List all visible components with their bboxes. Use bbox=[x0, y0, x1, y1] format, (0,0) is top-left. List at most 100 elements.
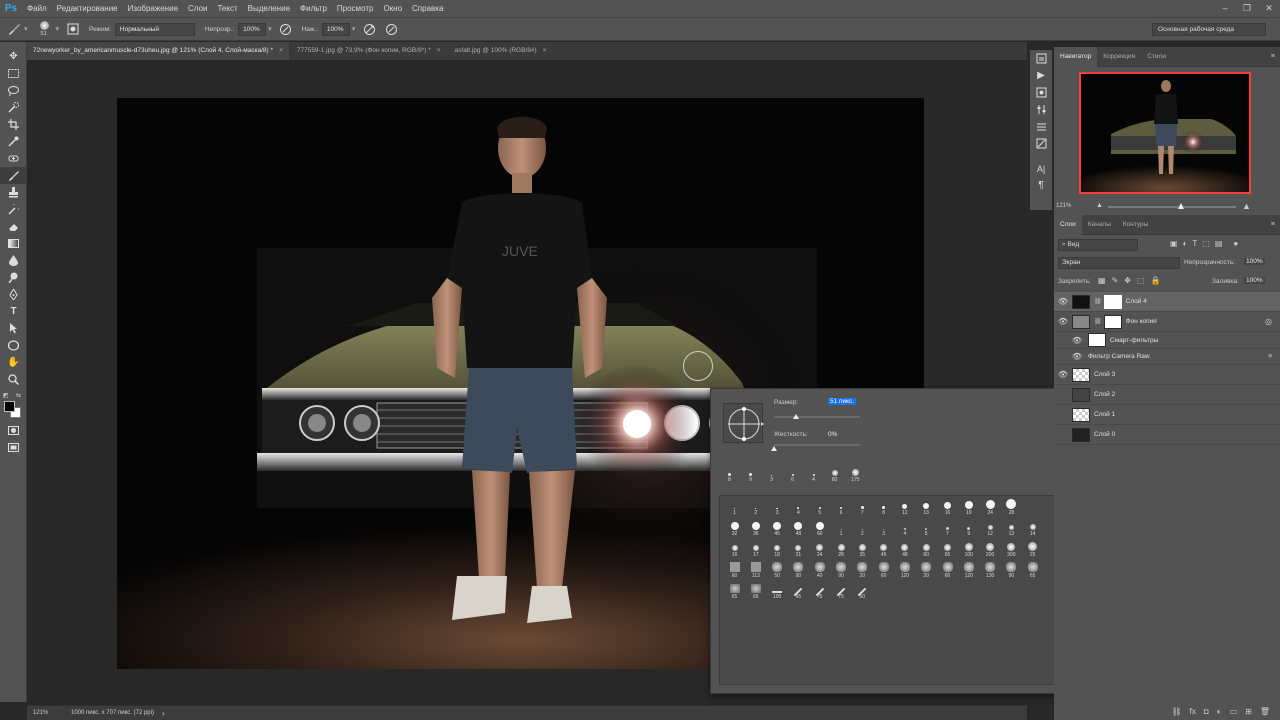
brush-preset[interactable]: 16 bbox=[724, 540, 745, 558]
layer-filter-select[interactable]: ⌕ Вид bbox=[1058, 239, 1138, 251]
adjustment-filter-icon[interactable]: ◐ bbox=[1183, 239, 1188, 248]
brush-preset[interactable]: 13 bbox=[1001, 519, 1022, 537]
brush-preset[interactable]: 5 bbox=[916, 519, 937, 537]
airbrush-icon[interactable] bbox=[361, 21, 377, 37]
hand-tool-icon[interactable]: ✋ bbox=[0, 354, 27, 371]
character-panel-icon[interactable]: A| bbox=[1030, 160, 1052, 177]
brush-preset[interactable]: 90 bbox=[788, 561, 809, 579]
smart-object-filter-icon[interactable]: ▤ bbox=[1215, 239, 1223, 248]
properties-panel-icon[interactable] bbox=[1030, 118, 1052, 135]
new-group-icon[interactable]: ▭ bbox=[1230, 707, 1238, 716]
type-filter-icon[interactable]: T bbox=[1192, 239, 1197, 248]
pressure-opacity-icon[interactable] bbox=[278, 21, 294, 37]
menu-item[interactable]: Фильтр bbox=[295, 0, 332, 17]
zoom-tool-icon[interactable] bbox=[0, 371, 27, 388]
brush-preset[interactable]: 9 bbox=[958, 519, 979, 537]
shape-tool-icon[interactable] bbox=[0, 337, 27, 354]
menu-item[interactable]: Окно bbox=[378, 0, 407, 17]
marquee-tool-icon[interactable] bbox=[0, 65, 27, 82]
brush-preset[interactable]: 65 bbox=[745, 582, 766, 600]
lasso-tool-icon[interactable] bbox=[0, 82, 27, 99]
tab-paths[interactable]: Контуры bbox=[1117, 215, 1155, 235]
filter-mask-thumbnail[interactable] bbox=[1088, 333, 1106, 347]
size-slider-track[interactable] bbox=[774, 416, 860, 418]
lock-artboard-icon[interactable]: ⬚ bbox=[1137, 276, 1145, 285]
brush-preset[interactable]: 12 bbox=[894, 498, 915, 516]
lock-pixels-icon[interactable]: ✎ bbox=[1112, 276, 1119, 285]
chevron-down-icon[interactable]: ▾ bbox=[352, 25, 356, 33]
camera-raw-filter-row[interactable]: 👁 Фильтр Camera Raw ≡ bbox=[1054, 349, 1280, 365]
menu-item[interactable]: Редактирование bbox=[52, 0, 123, 17]
brush-preset[interactable]: 25 bbox=[1022, 540, 1043, 558]
eraser-tool-icon[interactable] bbox=[0, 218, 27, 235]
close-button[interactable]: ✕ bbox=[1258, 0, 1280, 17]
lock-all-icon[interactable]: 🔒 bbox=[1151, 276, 1161, 285]
workspace-select[interactable]: Основная рабочая среда bbox=[1152, 23, 1266, 36]
brush-settings-panel-icon[interactable] bbox=[1030, 135, 1052, 152]
brush-preset[interactable]: 50 bbox=[767, 561, 788, 579]
brush-panel-toggle-icon[interactable] bbox=[65, 21, 81, 37]
navigator-zoom-slider[interactable] bbox=[1108, 206, 1236, 208]
eyedropper-icon[interactable] bbox=[0, 133, 27, 150]
brush-preset[interactable]: 36 bbox=[745, 519, 766, 537]
brush-preset[interactable]: 32 bbox=[724, 519, 745, 537]
menu-item[interactable]: Слои bbox=[183, 0, 212, 17]
layer-row[interactable]: 👁 ⛓ Слой 4 bbox=[1054, 292, 1280, 312]
brush-preset[interactable]: 16 bbox=[937, 498, 958, 516]
brush-preset[interactable]: 4 bbox=[788, 498, 809, 516]
brush-preset[interactable]: 48 bbox=[894, 540, 915, 558]
menu-item[interactable]: Изображение bbox=[123, 0, 183, 17]
brush-preset[interactable]: 48 bbox=[788, 519, 809, 537]
pixel-filter-icon[interactable]: ▣ bbox=[1170, 239, 1178, 248]
chevron-down-icon[interactable]: ▾ bbox=[24, 25, 28, 33]
gradient-tool-icon[interactable] bbox=[0, 235, 27, 252]
trash-icon[interactable]: 🗑 bbox=[1260, 707, 1270, 716]
brush-preset[interactable]: 130 bbox=[980, 561, 1001, 579]
navigator-zoom-handle[interactable] bbox=[1178, 203, 1184, 209]
recent-brush-preset[interactable]: 175 bbox=[845, 465, 866, 483]
brush-preset[interactable]: 40 bbox=[809, 561, 830, 579]
document-tab[interactable]: 72newyorker_by_americanmuscle-d73uheu.jp… bbox=[27, 42, 289, 60]
brush-preset[interactable]: 21 bbox=[788, 540, 809, 558]
layer-row[interactable]: Слой 2 bbox=[1054, 385, 1280, 405]
blur-tool-icon[interactable] bbox=[0, 252, 27, 269]
new-adjustment-icon[interactable]: ◐ bbox=[1217, 707, 1222, 716]
brush-preset[interactable]: 120 bbox=[958, 561, 979, 579]
paragraph-panel-icon[interactable]: ¶ bbox=[1030, 177, 1052, 194]
link-layers-icon[interactable]: ⛓ bbox=[1172, 707, 1182, 716]
recent-brush-preset[interactable]: 9 bbox=[740, 465, 761, 483]
fill-input[interactable]: 100% bbox=[1244, 277, 1265, 284]
brush-preset[interactable]: 75 bbox=[809, 582, 830, 600]
chain-link-icon[interactable]: ⛓ bbox=[1094, 318, 1102, 325]
blend-mode-select[interactable]: Нормальный bbox=[114, 22, 195, 36]
brush-preset[interactable]: 8 bbox=[873, 498, 894, 516]
size-input[interactable]: 51 пикс. bbox=[828, 398, 857, 405]
brush-preset[interactable]: 100 bbox=[767, 582, 788, 600]
brush-preset[interactable]: 4 bbox=[894, 519, 915, 537]
swap-colors-icon[interactable]: ⇆ bbox=[16, 392, 21, 399]
brush-preset[interactable]: 14 bbox=[1022, 519, 1043, 537]
close-tab-icon[interactable]: × bbox=[437, 47, 441, 54]
brush-preset[interactable]: 3 bbox=[873, 519, 894, 537]
brush-preset[interactable]: 18 bbox=[767, 540, 788, 558]
recent-brush-preset[interactable]: 6 bbox=[782, 465, 803, 483]
move-tool-icon[interactable]: ✥ bbox=[0, 48, 27, 65]
menu-item[interactable]: Просмотр bbox=[332, 0, 379, 17]
flow-input[interactable]: 100% bbox=[321, 22, 350, 36]
brush-preset[interactable]: 65 bbox=[937, 540, 958, 558]
brush-preset[interactable]: 60 bbox=[937, 561, 958, 579]
layer-blend-mode-select[interactable]: Экран bbox=[1058, 257, 1180, 269]
eye-icon[interactable]: 👁 bbox=[1054, 297, 1072, 306]
brush-preset[interactable]: 28 bbox=[1001, 498, 1022, 516]
new-layer-icon[interactable]: ⊞ bbox=[1245, 707, 1252, 716]
pressure-size-icon[interactable] bbox=[383, 21, 399, 37]
brush-preset[interactable]: 20 bbox=[852, 561, 873, 579]
brush-preset[interactable]: 20 bbox=[916, 561, 937, 579]
layer-row[interactable]: 👁 Слой 3 bbox=[1054, 365, 1280, 385]
filter-toggle-icon[interactable]: ● bbox=[1233, 239, 1238, 248]
menu-item[interactable]: Выделение bbox=[243, 0, 295, 17]
type-tool-icon[interactable]: T bbox=[0, 303, 27, 320]
brush-preset[interactable]: 300 bbox=[1001, 540, 1022, 558]
brush-preset[interactable]: 60 bbox=[724, 561, 745, 579]
tab-styles[interactable]: Стили bbox=[1141, 47, 1172, 67]
